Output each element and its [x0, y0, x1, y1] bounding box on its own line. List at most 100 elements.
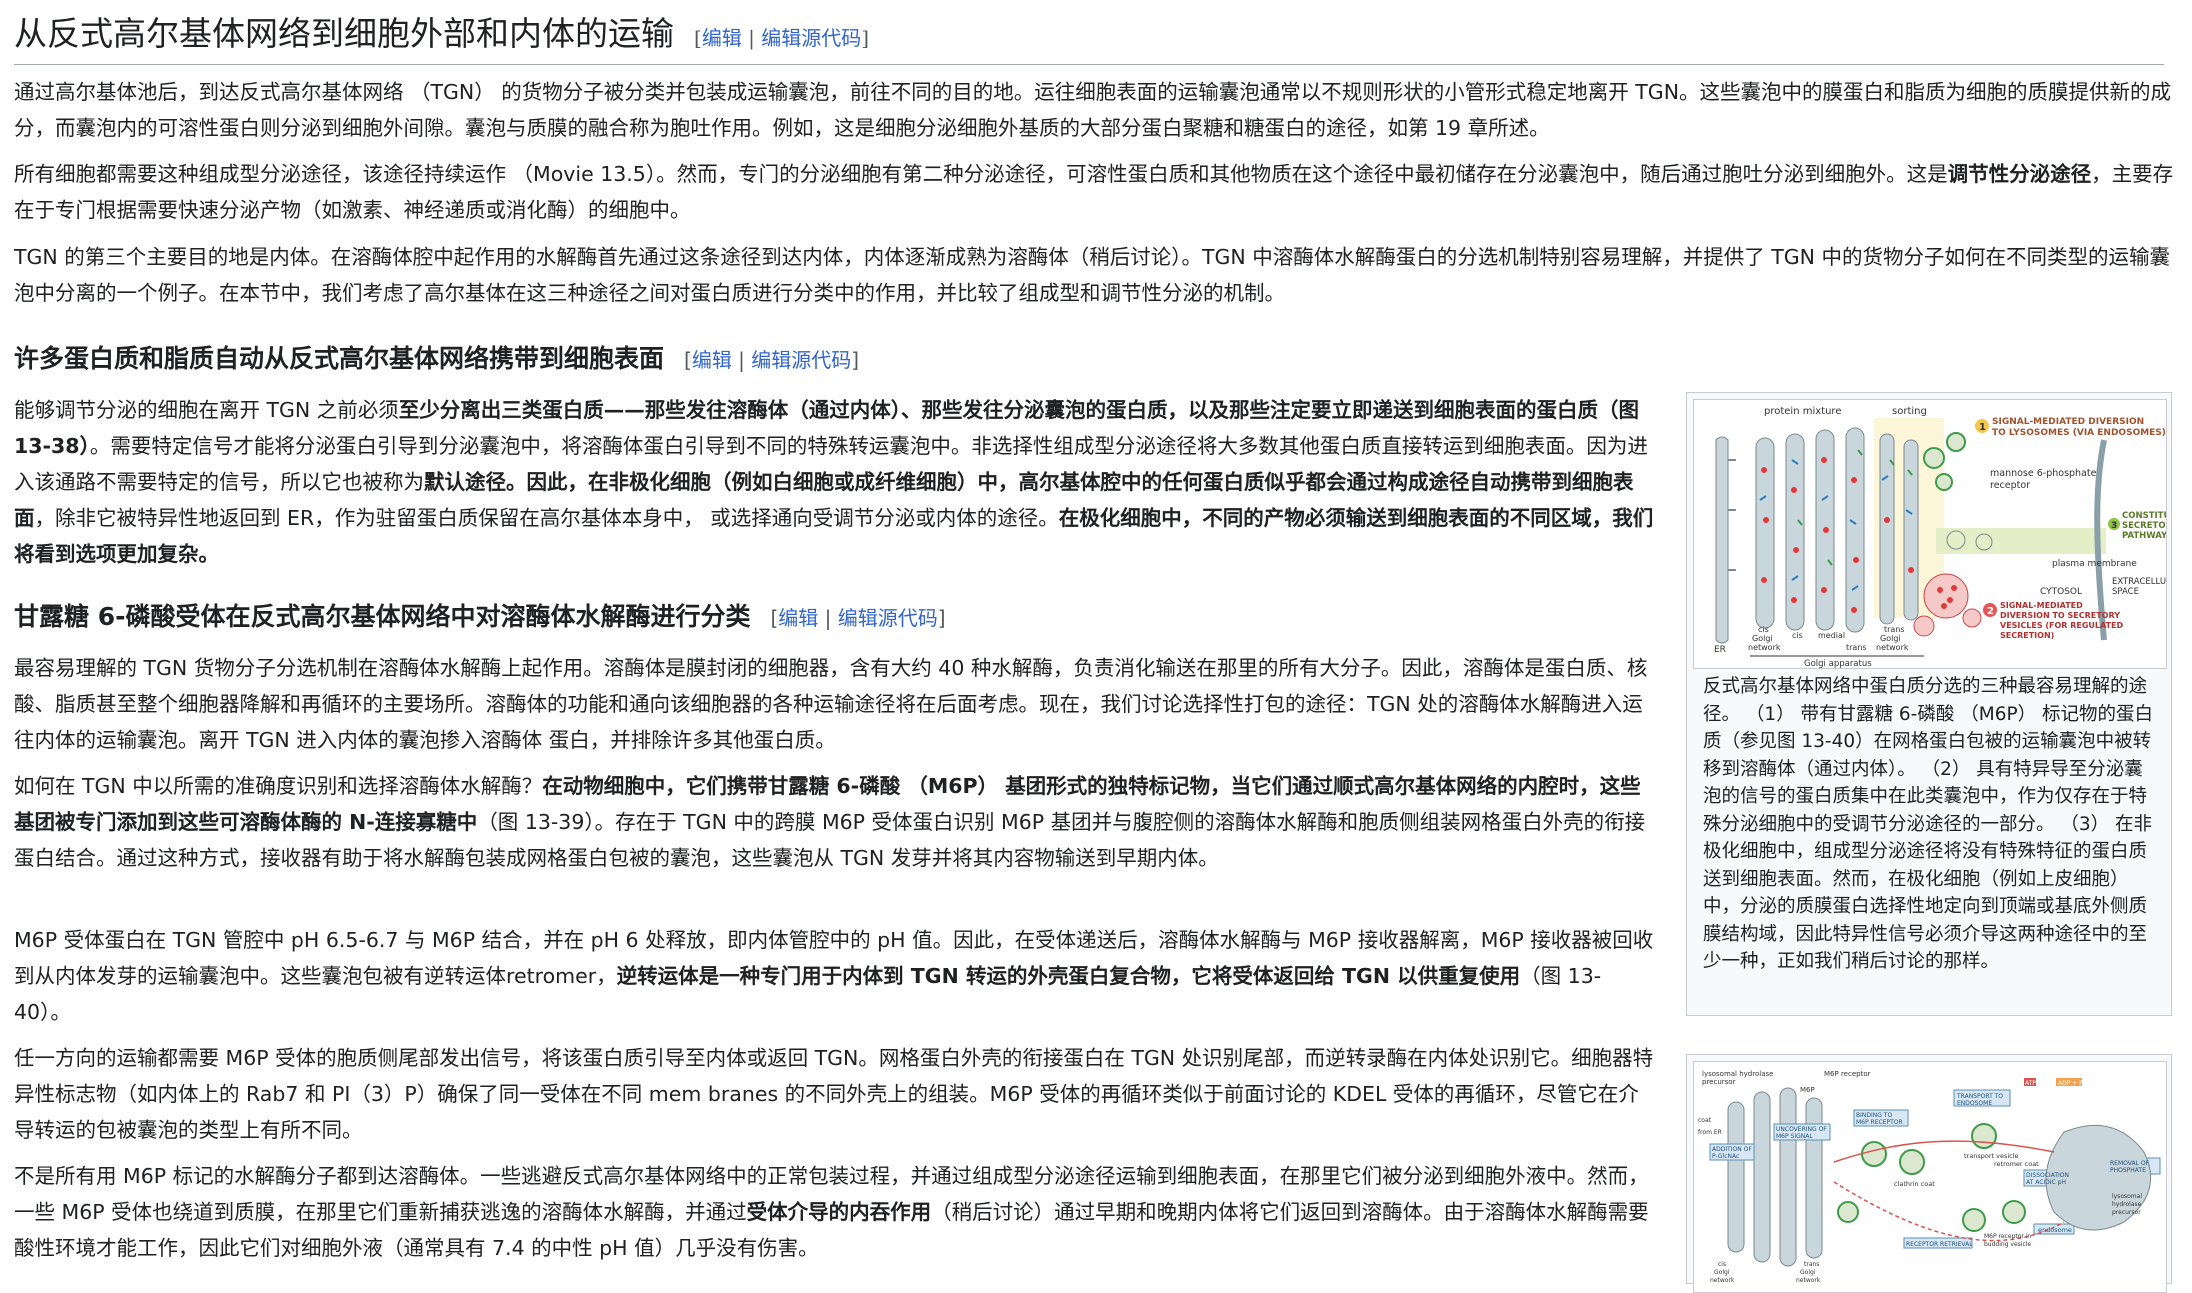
- label-receptor-retrieval: RECEPTOR RETRIEVAL: [1906, 1241, 1973, 1248]
- label-endosome: endosome: [2038, 1226, 2072, 1234]
- heading-text: 甘露糖 6-磷酸受体在反式高尔基体网络中对溶酶体水解酶进行分类: [14, 602, 751, 631]
- text: 所有细胞都需要这种组成型分泌途径，该途径持续运作 （Movie 13.5）。然而…: [14, 162, 1948, 186]
- section3-paragraph-4: 任一方向的运输都需要 M6P 受体的胞质侧尾部发出信号，将该蛋白质引导至内体或返…: [14, 1046, 1654, 1142]
- bold-term: 受体介导的内吞作用: [746, 1200, 932, 1224]
- bracket-close: ]: [937, 606, 946, 630]
- label-lysosome-diversion-1: SIGNAL-MEDIATED DIVERSION: [1992, 417, 2144, 427]
- label-clathrin-coat: clathrin coat: [1894, 1180, 1935, 1188]
- figure-13-38-caption: 反式高尔基体网络中蛋白质分选的三种最容易理解的途径。 （1） 带有甘露糖 6-磷…: [1703, 676, 2154, 972]
- label-cis-2: Golgi: [1714, 1269, 1730, 1276]
- label-extracellular-2: SPACE: [2112, 587, 2139, 597]
- section3-paragraph-1: 最容易理解的 TGN 货物分子分选机制在溶酶体水解酶上起作用。溶酶体是膜封闭的细…: [14, 656, 1648, 752]
- edit-source-link[interactable]: 编辑源代码: [838, 606, 938, 630]
- label-trans-2: Golgi: [1800, 1269, 1816, 1276]
- edit-link[interactable]: 编辑: [778, 606, 818, 630]
- figure-13-38-image[interactable]: protein mixture sorting 1 SIGNAL-MEDIATE…: [1693, 399, 2167, 669]
- label-lyso-precursor: precursor: [2112, 1209, 2141, 1216]
- intro-paragraph-1: 通过高尔基体池后，到达反式高尔基体网络 （TGN） 的货物分子被分类并包装成运输…: [14, 80, 2172, 140]
- label-cis-3: network: [1710, 1277, 1735, 1284]
- label-atp: ATP: [2025, 1080, 2036, 1087]
- edit-link[interactable]: 编辑: [702, 26, 742, 50]
- label-retromer-coat: retromer coat: [1994, 1160, 2039, 1168]
- label-cis-1: cis: [1758, 625, 1769, 634]
- label-transport-1: TRANSPORT TO: [1956, 1093, 2003, 1100]
- label-transport-2: ENDOSOME: [1957, 1100, 1992, 1107]
- label-trans-3: network: [1876, 643, 1909, 652]
- label-trans-cisterna: trans: [1846, 643, 1867, 652]
- label-cis-1: cis: [1718, 1261, 1726, 1268]
- label-addition-2: P-GlcNAc: [1712, 1153, 1739, 1160]
- label-binding-2: M6P RECEPTOR: [1856, 1119, 1903, 1126]
- bracket-close: ]: [851, 348, 860, 372]
- label-lysosomal: lysosomal: [2112, 1193, 2142, 1200]
- bold-term: 调节性分泌途径: [1947, 162, 2092, 186]
- edit-link[interactable]: 编辑: [692, 348, 732, 372]
- label-m6p-receptor: M6P receptor: [1824, 1070, 1871, 1078]
- intro-paragraph-2: 所有细胞都需要这种组成型分泌途径，该途径持续运作 （Movie 13.5）。然而…: [14, 156, 2174, 228]
- edit-section-links: [编辑 | 编辑源代码]: [770, 606, 945, 630]
- golgi-sorting-diagram: protein mixture sorting 1 SIGNAL-MEDIATE…: [1694, 400, 2166, 668]
- label-cytosol: CYTOSOL: [2040, 587, 2082, 597]
- edit-section-links: [编辑 | 编辑源代码]: [684, 348, 859, 372]
- label-removal-1: REMOVAL OF: [2110, 1160, 2150, 1167]
- label-binding-1: BINDING TO: [1856, 1112, 1892, 1119]
- er-shape: [1715, 436, 1729, 644]
- badge-2-text: 2: [1987, 606, 1994, 617]
- section3-paragraph-2: 如何在 TGN 中以所需的准确度识别和选择溶酶体水解酶？在动物细胞中，它们携带甘…: [14, 768, 1654, 876]
- figure-13-39-image[interactable]: lysosomal hydrolase precursor M6P recept…: [1693, 1061, 2167, 1293]
- badge-1-text: 1: [1979, 422, 1986, 433]
- label-m6p: M6P: [1800, 1086, 1815, 1094]
- section-title-text: 从反式高尔基体网络到细胞外部和内体的运输: [14, 14, 674, 53]
- article-page: { "section": { "title": "从反式高尔基体网络到细胞外部和…: [0, 0, 2192, 1293]
- edit-separator: |: [731, 348, 752, 372]
- bracket-open: [: [684, 348, 692, 372]
- heading-text: 许多蛋白质和脂质自动从反式高尔基体网络携带到细胞表面: [14, 344, 665, 373]
- label-uncovering-1: UNCOVERING OF: [1776, 1126, 1827, 1133]
- text: ，除非它被特异性地返回到 ER，作为驻留蛋白质保留在高尔基体本身中， 或选择通向…: [34, 506, 1059, 530]
- m6p-pathway-diagram: lysosomal hydrolase precursor M6P recept…: [1694, 1062, 2166, 1292]
- badge-3-text: 3: [2111, 521, 2117, 531]
- label-extracellular-1: EXTRACELLULAR: [2112, 577, 2166, 587]
- label-from-er: from ER: [1698, 1129, 1722, 1136]
- label-plasma-membrane: plasma membrane: [2052, 559, 2137, 569]
- label-secretory-diversion-4: SECRETION): [2000, 631, 2054, 640]
- label-secretory-diversion-3: VESICLES (FOR REGULATED: [2000, 621, 2124, 630]
- label-lysosomal-hydrolase: lysosomal hydrolase: [1702, 1070, 1773, 1078]
- label-m6p-budding-1: M6P receptor in: [1984, 1233, 2031, 1240]
- label-m6p-budding-2: budding vesicle: [1984, 1241, 2031, 1248]
- label-uncovering-2: M6P SIGNAL: [1776, 1133, 1813, 1140]
- edit-separator: |: [741, 26, 762, 50]
- text: 如何在 TGN 中以所需的准确度识别和选择溶酶体水解酶？: [14, 774, 543, 798]
- label-constitutive-3: PATHWAY: [2122, 531, 2166, 541]
- label-constitutive-2: SECRETORY: [2122, 521, 2166, 531]
- label-transport-vesicle: transport vesicle: [1964, 1152, 2019, 1160]
- label-cis-cisterna: cis: [1792, 631, 1803, 640]
- section3-paragraph-5: 不是所有用 M6P 标记的水解酶分子都到达溶酶体。一些逃避反式高尔基体网络中的正…: [14, 1158, 1654, 1266]
- section2-paragraph: 能够调节分泌的细胞在离开 TGN 之前必须至少分离出三类蛋白质——那些发往溶酶体…: [14, 392, 1654, 572]
- figure-13-39: lysosomal hydrolase precursor M6P recept…: [1686, 1054, 2172, 1293]
- section3-paragraph-3: M6P 受体蛋白在 TGN 管腔中 pH 6.5-6.7 与 M6P 结合，并在…: [14, 922, 1654, 1030]
- label-sorting: sorting: [1892, 406, 1927, 417]
- label-m6p-receptor-1: mannose 6-phosphate: [1990, 468, 2097, 479]
- edit-separator: |: [818, 606, 838, 630]
- label-dissociation-2: AT ACIDIC pH: [2026, 1179, 2066, 1186]
- label-lysosome-diversion-2: TO LYSOSOMES (VIA ENDOSOMES): [1992, 428, 2166, 438]
- label-er: ER: [1714, 645, 1726, 655]
- bracket-open: [: [694, 26, 702, 50]
- label-coat: coat: [1698, 1117, 1712, 1124]
- section-heading-constitutive: 许多蛋白质和脂质自动从反式高尔基体网络携带到细胞表面 [编辑 | 编辑源代码]: [14, 340, 859, 379]
- edit-source-link[interactable]: 编辑源代码: [761, 26, 861, 50]
- label-trans-1: trans: [1804, 1261, 1819, 1268]
- edit-source-link[interactable]: 编辑源代码: [751, 348, 851, 372]
- label-secretory-diversion-2: DIVERSION TO SECRETORY: [2000, 611, 2120, 620]
- section-heading-m6p: 甘露糖 6-磷酸受体在反式高尔基体网络中对溶酶体水解酶进行分类 [编辑 | 编辑源…: [14, 598, 946, 637]
- label-protein-mixture: protein mixture: [1764, 406, 1841, 417]
- edit-section-links: [编辑 | 编辑源代码]: [694, 26, 869, 50]
- section-title: 从反式高尔基体网络到细胞外部和内体的运输 [编辑 | 编辑源代码]: [14, 4, 2164, 65]
- label-medial: medial: [1818, 631, 1845, 640]
- bold-text: 逆转运体是一种专门用于内体到 TGN 转运的外壳蛋白复合物，它将受体返回给 TG…: [616, 964, 1521, 988]
- label-hydrolase: hydrolase: [2112, 1201, 2142, 1208]
- label-precursor: precursor: [1702, 1078, 1736, 1086]
- label-golgi-apparatus: Golgi apparatus: [1804, 659, 1872, 668]
- intro-paragraph-3: TGN 的第三个主要目的地是内体。在溶酶体腔中起作用的水解酶首先通过这条途径到达…: [14, 245, 2171, 305]
